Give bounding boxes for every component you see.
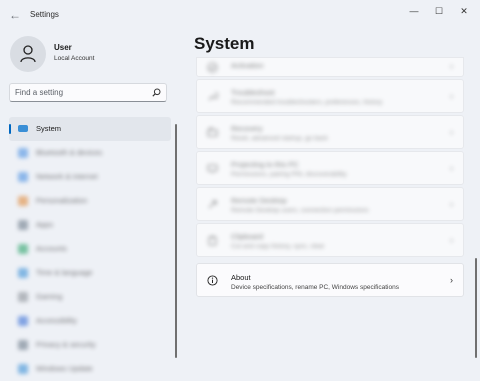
account-type: Local Account: [54, 55, 95, 62]
card-description: Recommended troubleshooters, preferences…: [231, 99, 383, 106]
sidebar-item-time-language[interactable]: Time & language: [9, 261, 171, 285]
sidebar-item-label: Network & internet: [36, 172, 98, 181]
user-profile[interactable]: User Local Account: [10, 36, 94, 72]
sidebar-item-label: Bluetooth & devices: [36, 148, 103, 157]
apps-icon: [18, 220, 28, 230]
card-description: Remote Desktop users, connection permiss…: [231, 207, 369, 214]
settings-list: Activation › Troubleshoot Recommended tr…: [196, 57, 464, 299]
accessibility-icon: [18, 316, 28, 326]
chevron-right-icon: ›: [450, 199, 453, 209]
close-icon[interactable]: ✕: [453, 4, 475, 18]
back-arrow-icon[interactable]: ←: [6, 6, 24, 24]
remote-desktop-icon: [208, 200, 217, 209]
card-title: Projecting to this PC: [231, 160, 299, 169]
card-title: Recovery: [231, 124, 263, 133]
chevron-right-icon: ›: [450, 163, 453, 173]
maximize-icon[interactable]: ☐: [428, 4, 450, 18]
card-clipboard[interactable]: Clipboard Cut and copy history, sync, cl…: [196, 223, 464, 257]
chevron-right-icon: ›: [450, 235, 453, 245]
projector-icon: [207, 164, 218, 173]
card-title: Remote Desktop: [231, 196, 287, 205]
sidebar-item-label: Personalization: [36, 196, 88, 205]
controller-icon: [18, 292, 28, 302]
sidebar-item-personalization[interactable]: Personalization: [9, 189, 171, 213]
sidebar-item-label: Gaming: [36, 292, 63, 301]
sidebar-item-label: Privacy & security: [36, 340, 96, 349]
card-about[interactable]: About Device specifications, rename PC, …: [196, 263, 464, 297]
search-icon[interactable]: [152, 88, 161, 97]
info-icon: [207, 275, 218, 286]
search-box[interactable]: [9, 83, 167, 102]
card-description: Permissions, pairing PIN, discoverabilit…: [231, 171, 347, 178]
bluetooth-icon: [18, 148, 28, 158]
sidebar-item-windows-update[interactable]: Windows Update: [9, 357, 171, 381]
search-input[interactable]: [15, 86, 145, 99]
card-recovery[interactable]: Recovery Reset, advanced startup, go bac…: [196, 115, 464, 149]
sidebar-item-apps[interactable]: Apps: [9, 213, 171, 237]
app-title: Settings: [30, 10, 59, 19]
title-bar: ← Settings — ☐ ✕: [0, 0, 480, 30]
card-description: Cut and copy history, sync, clear: [231, 243, 325, 250]
sidebar-item-label: Time & language: [36, 268, 93, 277]
clipboard-icon: [208, 236, 217, 246]
sidebar-nav: System Bluetooth & devices Network & int…: [9, 117, 171, 381]
card-remote-desktop[interactable]: Remote Desktop Remote Desktop users, con…: [196, 187, 464, 221]
sidebar-scrollbar[interactable]: [175, 124, 177, 358]
sidebar-item-system[interactable]: System: [9, 117, 171, 141]
sidebar-item-accessibility[interactable]: Accessibility: [9, 309, 171, 333]
card-title: Activation: [231, 61, 264, 70]
card-troubleshoot[interactable]: Troubleshoot Recommended troubleshooters…: [196, 79, 464, 113]
card-activation[interactable]: Activation ›: [196, 57, 464, 77]
card-projecting[interactable]: Projecting to this PC Permissions, pairi…: [196, 151, 464, 185]
sidebar-item-bluetooth[interactable]: Bluetooth & devices: [9, 141, 171, 165]
sidebar-item-label: System: [36, 124, 62, 133]
card-description: Reset, advanced startup, go back: [231, 135, 328, 142]
active-indicator: [9, 124, 11, 134]
avatar[interactable]: [10, 36, 46, 72]
sidebar-item-label: Windows Update: [36, 364, 93, 373]
card-title: About: [231, 273, 251, 282]
sidebar-item-network[interactable]: Network & internet: [9, 165, 171, 189]
wifi-icon: [18, 172, 28, 182]
chevron-right-icon: ›: [450, 91, 453, 101]
chevron-right-icon: ›: [450, 61, 453, 71]
sidebar-item-label: Apps: [36, 220, 54, 229]
sidebar-item-label: Accounts: [36, 244, 67, 253]
sidebar-item-privacy[interactable]: Privacy & security: [9, 333, 171, 357]
wrench-icon: [208, 92, 218, 101]
minimize-icon[interactable]: —: [403, 4, 425, 18]
chevron-right-icon: ›: [450, 275, 453, 285]
page-title: System: [194, 34, 255, 53]
person-icon: [20, 45, 36, 63]
monitor-icon: [18, 125, 28, 132]
update-icon: [18, 364, 28, 374]
card-description: Device specifications, rename PC, Window…: [231, 284, 399, 291]
brush-icon: [18, 196, 28, 206]
sidebar-item-gaming[interactable]: Gaming: [9, 285, 171, 309]
card-title: Troubleshoot: [231, 88, 275, 97]
shield-icon: [18, 340, 28, 350]
user-name: User: [54, 43, 72, 52]
check-circle-icon: [207, 62, 218, 73]
card-title: Clipboard: [231, 232, 264, 241]
recovery-icon: [207, 127, 218, 137]
person-icon: [18, 244, 28, 254]
sidebar-item-accounts[interactable]: Accounts: [9, 237, 171, 261]
globe-icon: [18, 268, 28, 278]
chevron-right-icon: ›: [450, 127, 453, 137]
sidebar-item-label: Accessibility: [36, 316, 77, 325]
content-scrollbar[interactable]: [475, 258, 477, 358]
